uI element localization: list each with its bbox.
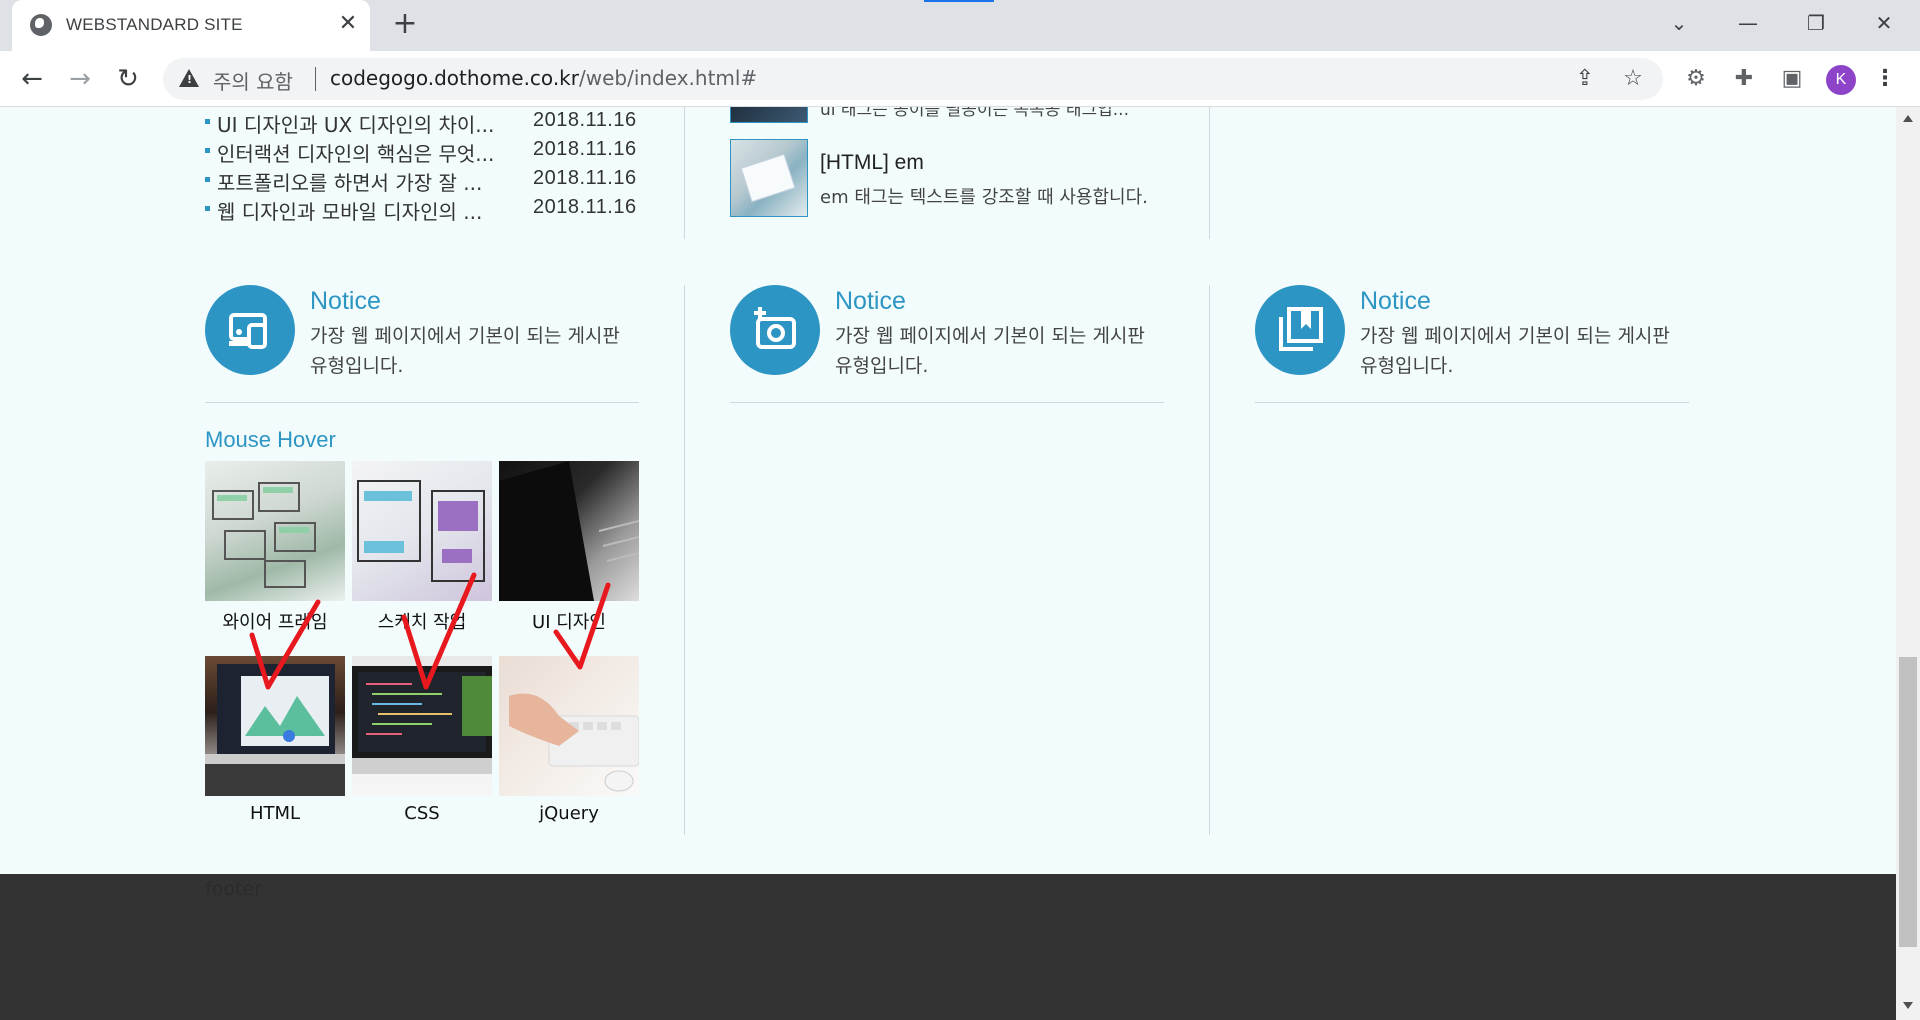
- news-date: 2018.11.16: [533, 138, 637, 160]
- notice-title[interactable]: Notice: [310, 287, 381, 316]
- minimize-button[interactable]: —: [1733, 10, 1763, 36]
- side-panel-icon[interactable]: ▣: [1778, 65, 1806, 93]
- notice-description: 가장 웹 페이지에서 기본이 되는 게시판 유형입니다.: [1360, 325, 1670, 377]
- thumbnail-image: [740, 153, 796, 203]
- bullet-icon: [205, 206, 210, 211]
- column-divider: [684, 107, 685, 239]
- scroll-down-arrow-icon[interactable]: [1903, 1002, 1913, 1009]
- news-list-item[interactable]: 인터랙션 디자인의 핵심은 무엇... 2018.11.16: [205, 138, 639, 166]
- news-title: 포트폴리오를 하면서 가장 잘 ...: [217, 171, 483, 195]
- news-date: 2018.11.16: [533, 167, 637, 189]
- tab-close-button[interactable]: ✕: [336, 12, 360, 36]
- page-footer: footer: [0, 874, 1896, 1020]
- news-title: 인터랙션 디자인의 핵심은 무엇...: [217, 142, 495, 166]
- post-description: em 태그는 텍스트를 강조할 때 사용합니다.: [820, 187, 1148, 208]
- gallery-caption: 와이어 프레임: [222, 612, 328, 633]
- bullet-icon: [205, 177, 210, 182]
- gallery-image-html[interactable]: [205, 656, 345, 796]
- restore-button[interactable]: ❐: [1801, 10, 1831, 36]
- warning-icon[interactable]: [179, 69, 199, 87]
- column-divider: [1209, 285, 1210, 835]
- forward-arrow-icon[interactable]: →: [66, 65, 94, 93]
- notice-title[interactable]: Notice: [835, 287, 906, 316]
- globe-icon: [30, 14, 52, 36]
- gallery-title: Mouse Hover: [205, 427, 336, 452]
- notice-description: 가장 웹 페이지에서 기본이 되는 게시판 유형입니다.: [835, 325, 1145, 377]
- column-divider: [1209, 107, 1210, 239]
- url-host: codegogo.dothome.co.kr: [330, 66, 579, 90]
- notice-card[interactable]: Notice 가장 웹 페이지에서 기본이 되는 게시판 유형입니다.: [205, 285, 639, 403]
- post-title[interactable]: [HTML] em: [820, 151, 924, 175]
- gallery-caption: 스케치 작업: [377, 612, 467, 633]
- profile-avatar[interactable]: K: [1826, 65, 1856, 95]
- add-camera-icon: [730, 285, 820, 375]
- extensions-puzzle-icon[interactable]: ✚: [1730, 65, 1758, 93]
- omnibox-divider: [315, 67, 316, 91]
- news-date: 2018.11.16: [533, 196, 637, 218]
- gallery-image-jquery[interactable]: [499, 656, 639, 796]
- reload-icon[interactable]: ↻: [114, 65, 142, 93]
- share-icon[interactable]: ⇪: [1573, 67, 1597, 91]
- news-list-item[interactable]: 웹 디자인과 모바일 디자인의 ... 2018.11.16: [205, 196, 639, 224]
- web-page: UI 디자인과 UX 디자인의 차이... 2018.11.16 인터랙션 디자…: [0, 107, 1896, 1020]
- gallery-image-sketch[interactable]: [352, 461, 492, 601]
- footer-text: footer: [205, 878, 262, 900]
- tab-loading-indicator: [924, 0, 994, 2]
- news-title: 웹 디자인과 모바일 디자인의 ...: [217, 200, 483, 224]
- page-scrollbar[interactable]: [1896, 107, 1920, 1020]
- bookmark-star-icon[interactable]: ☆: [1621, 67, 1645, 91]
- tab-title: WEBSTANDARD SITE: [66, 15, 243, 34]
- notice-title[interactable]: Notice: [1360, 287, 1431, 316]
- url-path: /web/index.html#: [578, 66, 758, 90]
- news-list-item[interactable]: 포트폴리오를 하면서 가장 잘 ... 2018.11.16: [205, 167, 639, 195]
- notice-description: 가장 웹 페이지에서 기본이 되는 게시판 유형입니다.: [310, 325, 620, 377]
- bullet-icon: [205, 148, 210, 153]
- column-divider: [684, 285, 685, 835]
- devices-icon: [205, 285, 295, 375]
- scrollbar-thumb[interactable]: [1899, 657, 1917, 947]
- new-tab-button[interactable]: +: [390, 9, 420, 39]
- post-thumbnail[interactable]: [730, 139, 808, 217]
- back-arrow-icon[interactable]: ←: [18, 65, 46, 93]
- browser-toolbar: ← → ↻ 주의 요함 codegogo.dothome.co.kr/web/i…: [0, 51, 1920, 107]
- gallery-caption: CSS: [404, 803, 440, 824]
- post-description: ul 태그는 공이를 필공이는 녹녹공 태그입...: [820, 107, 1129, 120]
- tab-search-chevron-icon[interactable]: ⌄: [1664, 10, 1694, 36]
- url-text[interactable]: codegogo.dothome.co.kr/web/index.html#: [330, 66, 757, 90]
- browser-tab-strip: WEBSTANDARD SITE ✕ + ⌄ — ❐ ✕: [0, 0, 1920, 51]
- address-bar[interactable]: 주의 요함 codegogo.dothome.co.kr/web/index.h…: [163, 58, 1663, 100]
- browser-menu-icon[interactable]: ⋮: [1874, 65, 1896, 93]
- scroll-up-arrow-icon[interactable]: [1903, 115, 1913, 122]
- bookmark-collection-icon: [1255, 285, 1345, 375]
- gallery-image-css[interactable]: [352, 656, 492, 796]
- news-date: 2018.11.16: [533, 109, 637, 131]
- gallery-image-ui-design[interactable]: [499, 461, 639, 601]
- browser-tab[interactable]: WEBSTANDARD SITE ✕: [12, 0, 370, 51]
- news-list-item[interactable]: UI 디자인과 UX 디자인의 차이... 2018.11.16: [205, 109, 639, 137]
- gallery-caption: jQuery: [539, 803, 599, 824]
- extension-gear-icon[interactable]: ⚙: [1682, 65, 1710, 93]
- bullet-icon: [205, 119, 210, 124]
- gallery-image-wireframe[interactable]: [205, 461, 345, 601]
- notice-card[interactable]: Notice 가장 웹 페이지에서 기본이 되는 게시판 유형입니다.: [1255, 285, 1689, 403]
- security-label[interactable]: 주의 요함: [213, 66, 293, 95]
- post-thumbnail[interactable]: [730, 107, 808, 123]
- close-window-button[interactable]: ✕: [1869, 10, 1899, 36]
- gallery-caption: UI 디자인: [532, 612, 606, 633]
- news-title: UI 디자인과 UX 디자인의 차이...: [217, 113, 495, 137]
- gallery-caption: HTML: [249, 803, 301, 824]
- notice-card[interactable]: Notice 가장 웹 페이지에서 기본이 되는 게시판 유형입니다.: [730, 285, 1164, 403]
